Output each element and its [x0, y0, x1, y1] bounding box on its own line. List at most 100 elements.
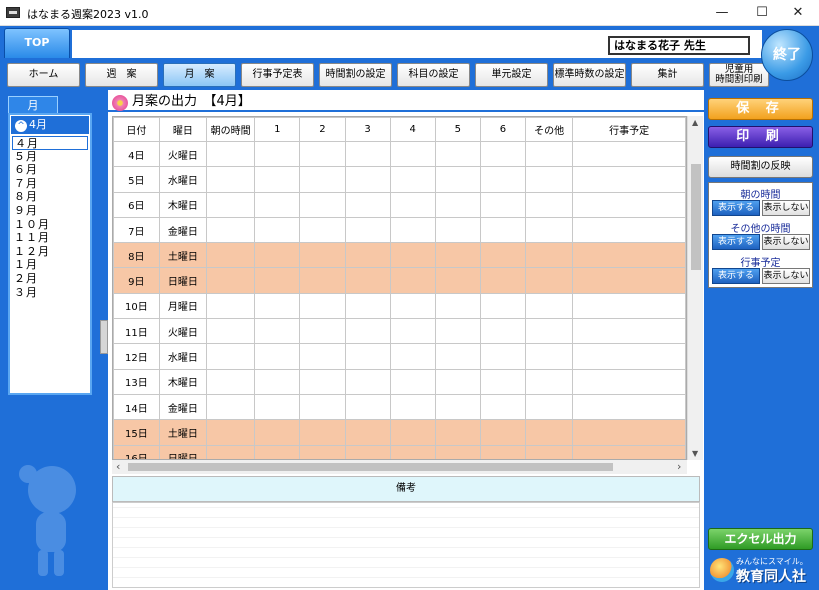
close-icon[interactable]: ✕: [781, 2, 815, 24]
schedule-cell[interactable]: [479, 419, 526, 446]
schedule-cell[interactable]: [389, 419, 436, 446]
print-button[interactable]: 印 刷: [708, 126, 813, 148]
other-time-hide-button[interactable]: 表示しない: [762, 234, 810, 250]
schedule-cell[interactable]: [206, 368, 256, 395]
schedule-cell[interactable]: [572, 140, 686, 168]
schedule-cell[interactable]: [389, 318, 436, 345]
schedule-cell[interactable]: [299, 140, 346, 168]
month-tab[interactable]: 月: [8, 96, 58, 114]
events-show-button[interactable]: 表示する: [712, 268, 760, 284]
schedule-cell[interactable]: [344, 191, 391, 218]
panel-splitter[interactable]: [100, 320, 108, 354]
schedule-cell[interactable]: [434, 191, 481, 218]
schedule-cell[interactable]: [389, 393, 436, 421]
schedule-cell[interactable]: [434, 267, 481, 294]
schedule-cell[interactable]: [299, 166, 346, 193]
horizontal-scroll-thumb[interactable]: [128, 463, 613, 471]
schedule-cell[interactable]: [572, 191, 686, 218]
maximize-icon[interactable]: ☐: [745, 2, 779, 24]
schedule-cell[interactable]: [389, 242, 436, 269]
schedule-cell[interactable]: [344, 318, 391, 345]
month-selector[interactable]: ^ 4月: [11, 116, 89, 134]
nav-subject-settings[interactable]: 科目の設定: [397, 63, 470, 87]
schedule-cell[interactable]: [479, 368, 526, 395]
schedule-cell[interactable]: [572, 267, 686, 294]
chevron-up-icon[interactable]: ^: [15, 120, 27, 132]
schedule-cell[interactable]: [524, 166, 574, 193]
schedule-cell[interactable]: [299, 368, 346, 395]
schedule-cell[interactable]: [479, 292, 526, 320]
nav-standard-hours[interactable]: 標準時数の設定: [553, 63, 626, 87]
schedule-cell[interactable]: [524, 343, 574, 370]
schedule-cell[interactable]: [299, 419, 346, 446]
schedule-cell[interactable]: [344, 368, 391, 395]
schedule-cell[interactable]: [206, 242, 256, 269]
schedule-cell[interactable]: [254, 368, 301, 395]
vertical-scrollbar[interactable]: ▲ ▼: [687, 116, 703, 460]
nav-weekly-plan[interactable]: 週 案: [85, 63, 158, 87]
schedule-cell[interactable]: [344, 343, 391, 370]
nav-home[interactable]: ホーム: [7, 63, 80, 87]
schedule-cell[interactable]: [299, 318, 346, 345]
schedule-cell[interactable]: [299, 292, 346, 320]
schedule-cell[interactable]: [434, 368, 481, 395]
scroll-left-icon[interactable]: ‹: [116, 460, 120, 474]
schedule-cell[interactable]: [389, 166, 436, 193]
month-item[interactable]: ８月: [12, 190, 88, 204]
schedule-cell[interactable]: [434, 343, 481, 370]
schedule-cell[interactable]: [206, 267, 256, 294]
schedule-cell[interactable]: [434, 292, 481, 320]
schedule-cell[interactable]: [344, 216, 391, 244]
schedule-cell[interactable]: [254, 216, 301, 244]
schedule-cell[interactable]: [479, 444, 526, 459]
schedule-cell[interactable]: [389, 267, 436, 294]
schedule-cell[interactable]: [344, 292, 391, 320]
scroll-down-icon[interactable]: ▼: [692, 449, 698, 458]
schedule-cell[interactable]: [572, 292, 686, 320]
schedule-cell[interactable]: [524, 444, 574, 459]
scroll-up-icon[interactable]: ▲: [692, 118, 698, 127]
schedule-cell[interactable]: [344, 166, 391, 193]
month-item[interactable]: ３月: [12, 286, 88, 300]
schedule-cell[interactable]: [254, 267, 301, 294]
schedule-cell[interactable]: [299, 216, 346, 244]
scroll-right-icon[interactable]: ›: [677, 460, 681, 474]
schedule-cell[interactable]: [572, 343, 686, 370]
month-item[interactable]: １０月: [12, 218, 88, 232]
schedule-cell[interactable]: [299, 393, 346, 421]
schedule-cell[interactable]: [479, 166, 526, 193]
schedule-cell[interactable]: [299, 267, 346, 294]
schedule-cell[interactable]: [434, 166, 481, 193]
schedule-cell[interactable]: [524, 318, 574, 345]
schedule-cell[interactable]: [572, 318, 686, 345]
month-item[interactable]: ９月: [12, 204, 88, 218]
schedule-cell[interactable]: [254, 166, 301, 193]
schedule-cell[interactable]: [206, 216, 256, 244]
schedule-cell[interactable]: [389, 444, 436, 459]
schedule-cell[interactable]: [524, 267, 574, 294]
schedule-cell[interactable]: [206, 191, 256, 218]
schedule-cell[interactable]: [572, 242, 686, 269]
schedule-cell[interactable]: [206, 318, 256, 345]
schedule-cell[interactable]: [299, 444, 346, 459]
schedule-cell[interactable]: [479, 343, 526, 370]
schedule-cell[interactable]: [206, 343, 256, 370]
schedule-cell[interactable]: [389, 140, 436, 168]
schedule-cell[interactable]: [434, 393, 481, 421]
schedule-cell[interactable]: [254, 419, 301, 446]
schedule-cell[interactable]: [389, 216, 436, 244]
month-item[interactable]: ６月: [12, 163, 88, 177]
apply-timetable-button[interactable]: 時間割の反映: [708, 156, 813, 178]
schedule-cell[interactable]: [206, 140, 256, 168]
schedule-cell[interactable]: [479, 318, 526, 345]
schedule-cell[interactable]: [434, 419, 481, 446]
schedule-cell[interactable]: [299, 343, 346, 370]
top-tab[interactable]: TOP: [4, 28, 70, 58]
excel-export-button[interactable]: エクセル出力: [708, 528, 813, 550]
morning-time-hide-button[interactable]: 表示しない: [762, 200, 810, 216]
schedule-cell[interactable]: [254, 393, 301, 421]
schedule-cell[interactable]: [572, 166, 686, 193]
schedule-cell[interactable]: [254, 292, 301, 320]
nav-event-schedule[interactable]: 行事予定表: [241, 63, 314, 87]
nav-unit-settings[interactable]: 単元設定: [475, 63, 548, 87]
